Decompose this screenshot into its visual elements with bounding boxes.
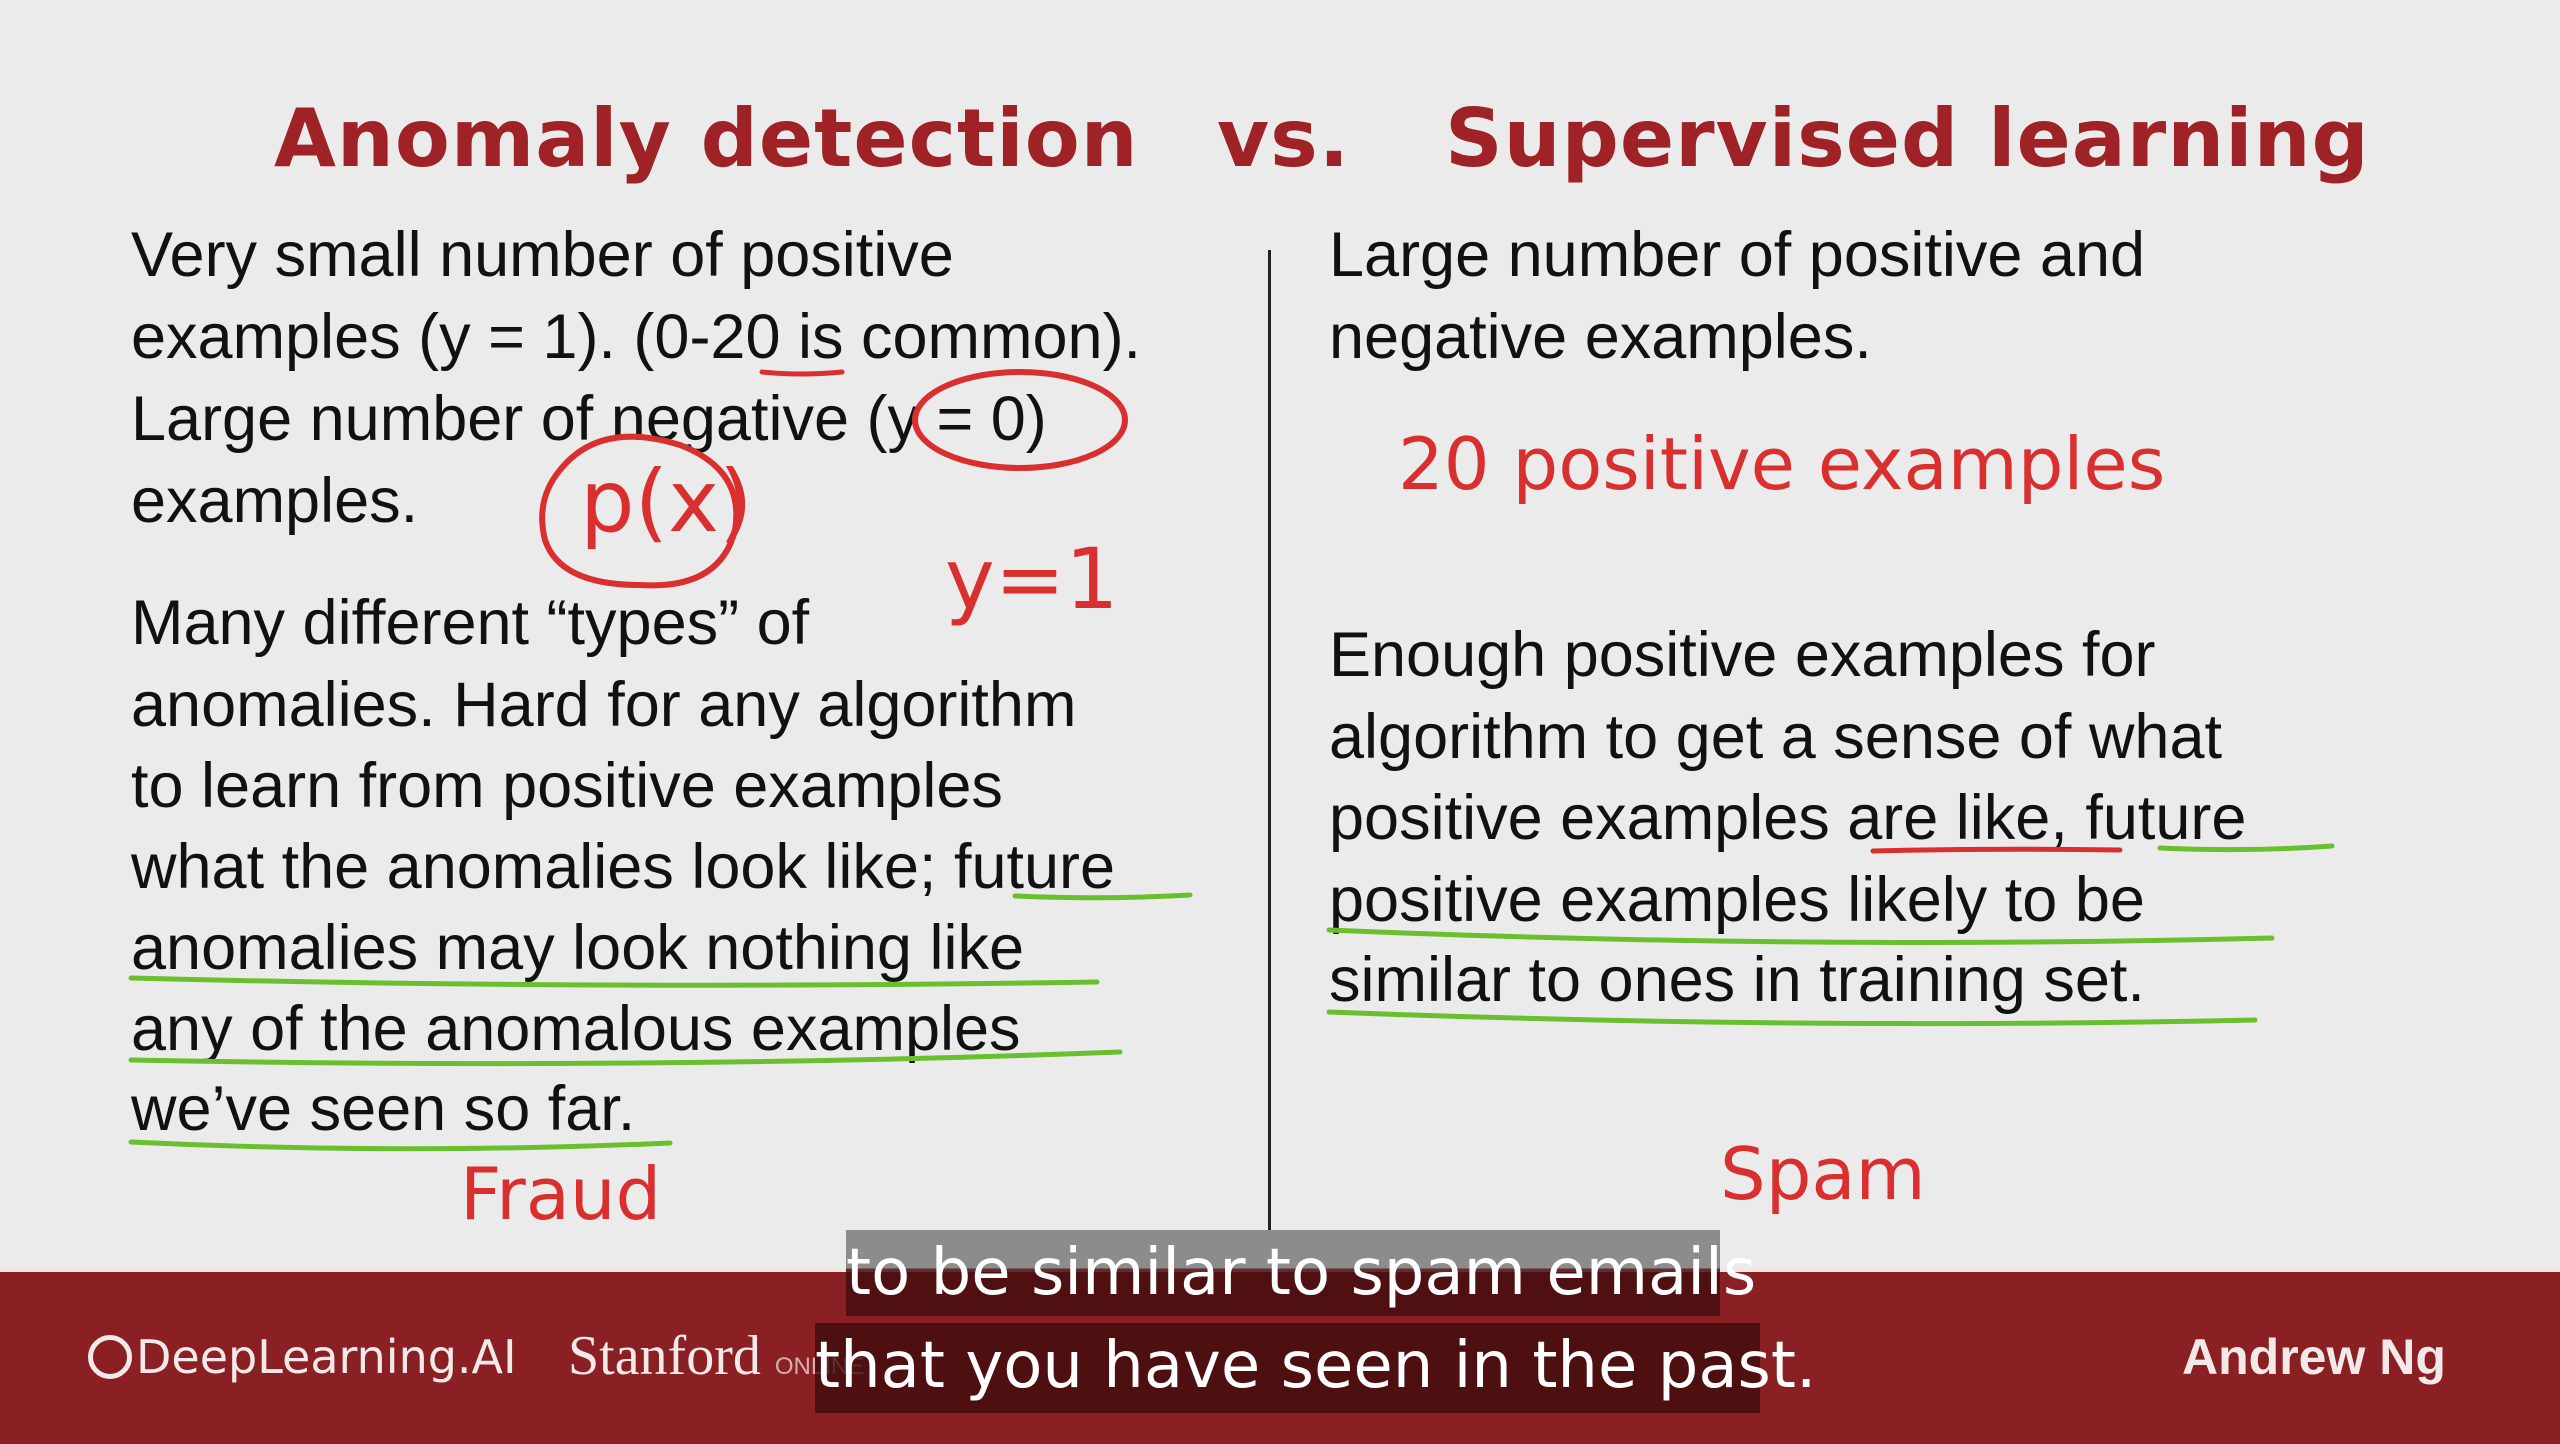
caption-line-2: that you have seen in the past. — [815, 1323, 1816, 1413]
green-underline-positive — [1326, 927, 2275, 945]
caption-line-1: to be similar to spam emails — [846, 1230, 1756, 1316]
red-underline-20 — [759, 369, 845, 377]
annotation-px: p(x) — [580, 452, 753, 552]
instructor-name: Andrew Ng — [2182, 1329, 2446, 1385]
red-circle-y0 — [912, 369, 1128, 471]
annotation-spam: Spam — [1720, 1132, 1926, 1216]
stanford-text: Stanford — [568, 1325, 761, 1387]
green-underline-anomalies — [128, 975, 1100, 988]
green-underline-future-left — [1012, 892, 1193, 901]
green-underline-weve — [128, 1139, 673, 1152]
green-underline-future-right — [2157, 843, 2335, 853]
handwritten-annotations — [128, 369, 2335, 1152]
brand-name: DeepLearning.AI — [136, 1330, 517, 1384]
red-underline-are-like — [1870, 846, 2123, 854]
deeplearning-swirl-icon — [88, 1335, 132, 1379]
annotation-20-positive-examples: 20 positive examples — [1398, 422, 2166, 506]
annotation-y-equals-1: y=1 — [945, 530, 1119, 628]
green-underline-any — [128, 1049, 1123, 1067]
deeplearning-logo: DeepLearning.AI — [88, 1330, 517, 1384]
annotation-fraud: Fraud — [460, 1152, 662, 1236]
green-underline-similar — [1326, 1009, 2258, 1027]
